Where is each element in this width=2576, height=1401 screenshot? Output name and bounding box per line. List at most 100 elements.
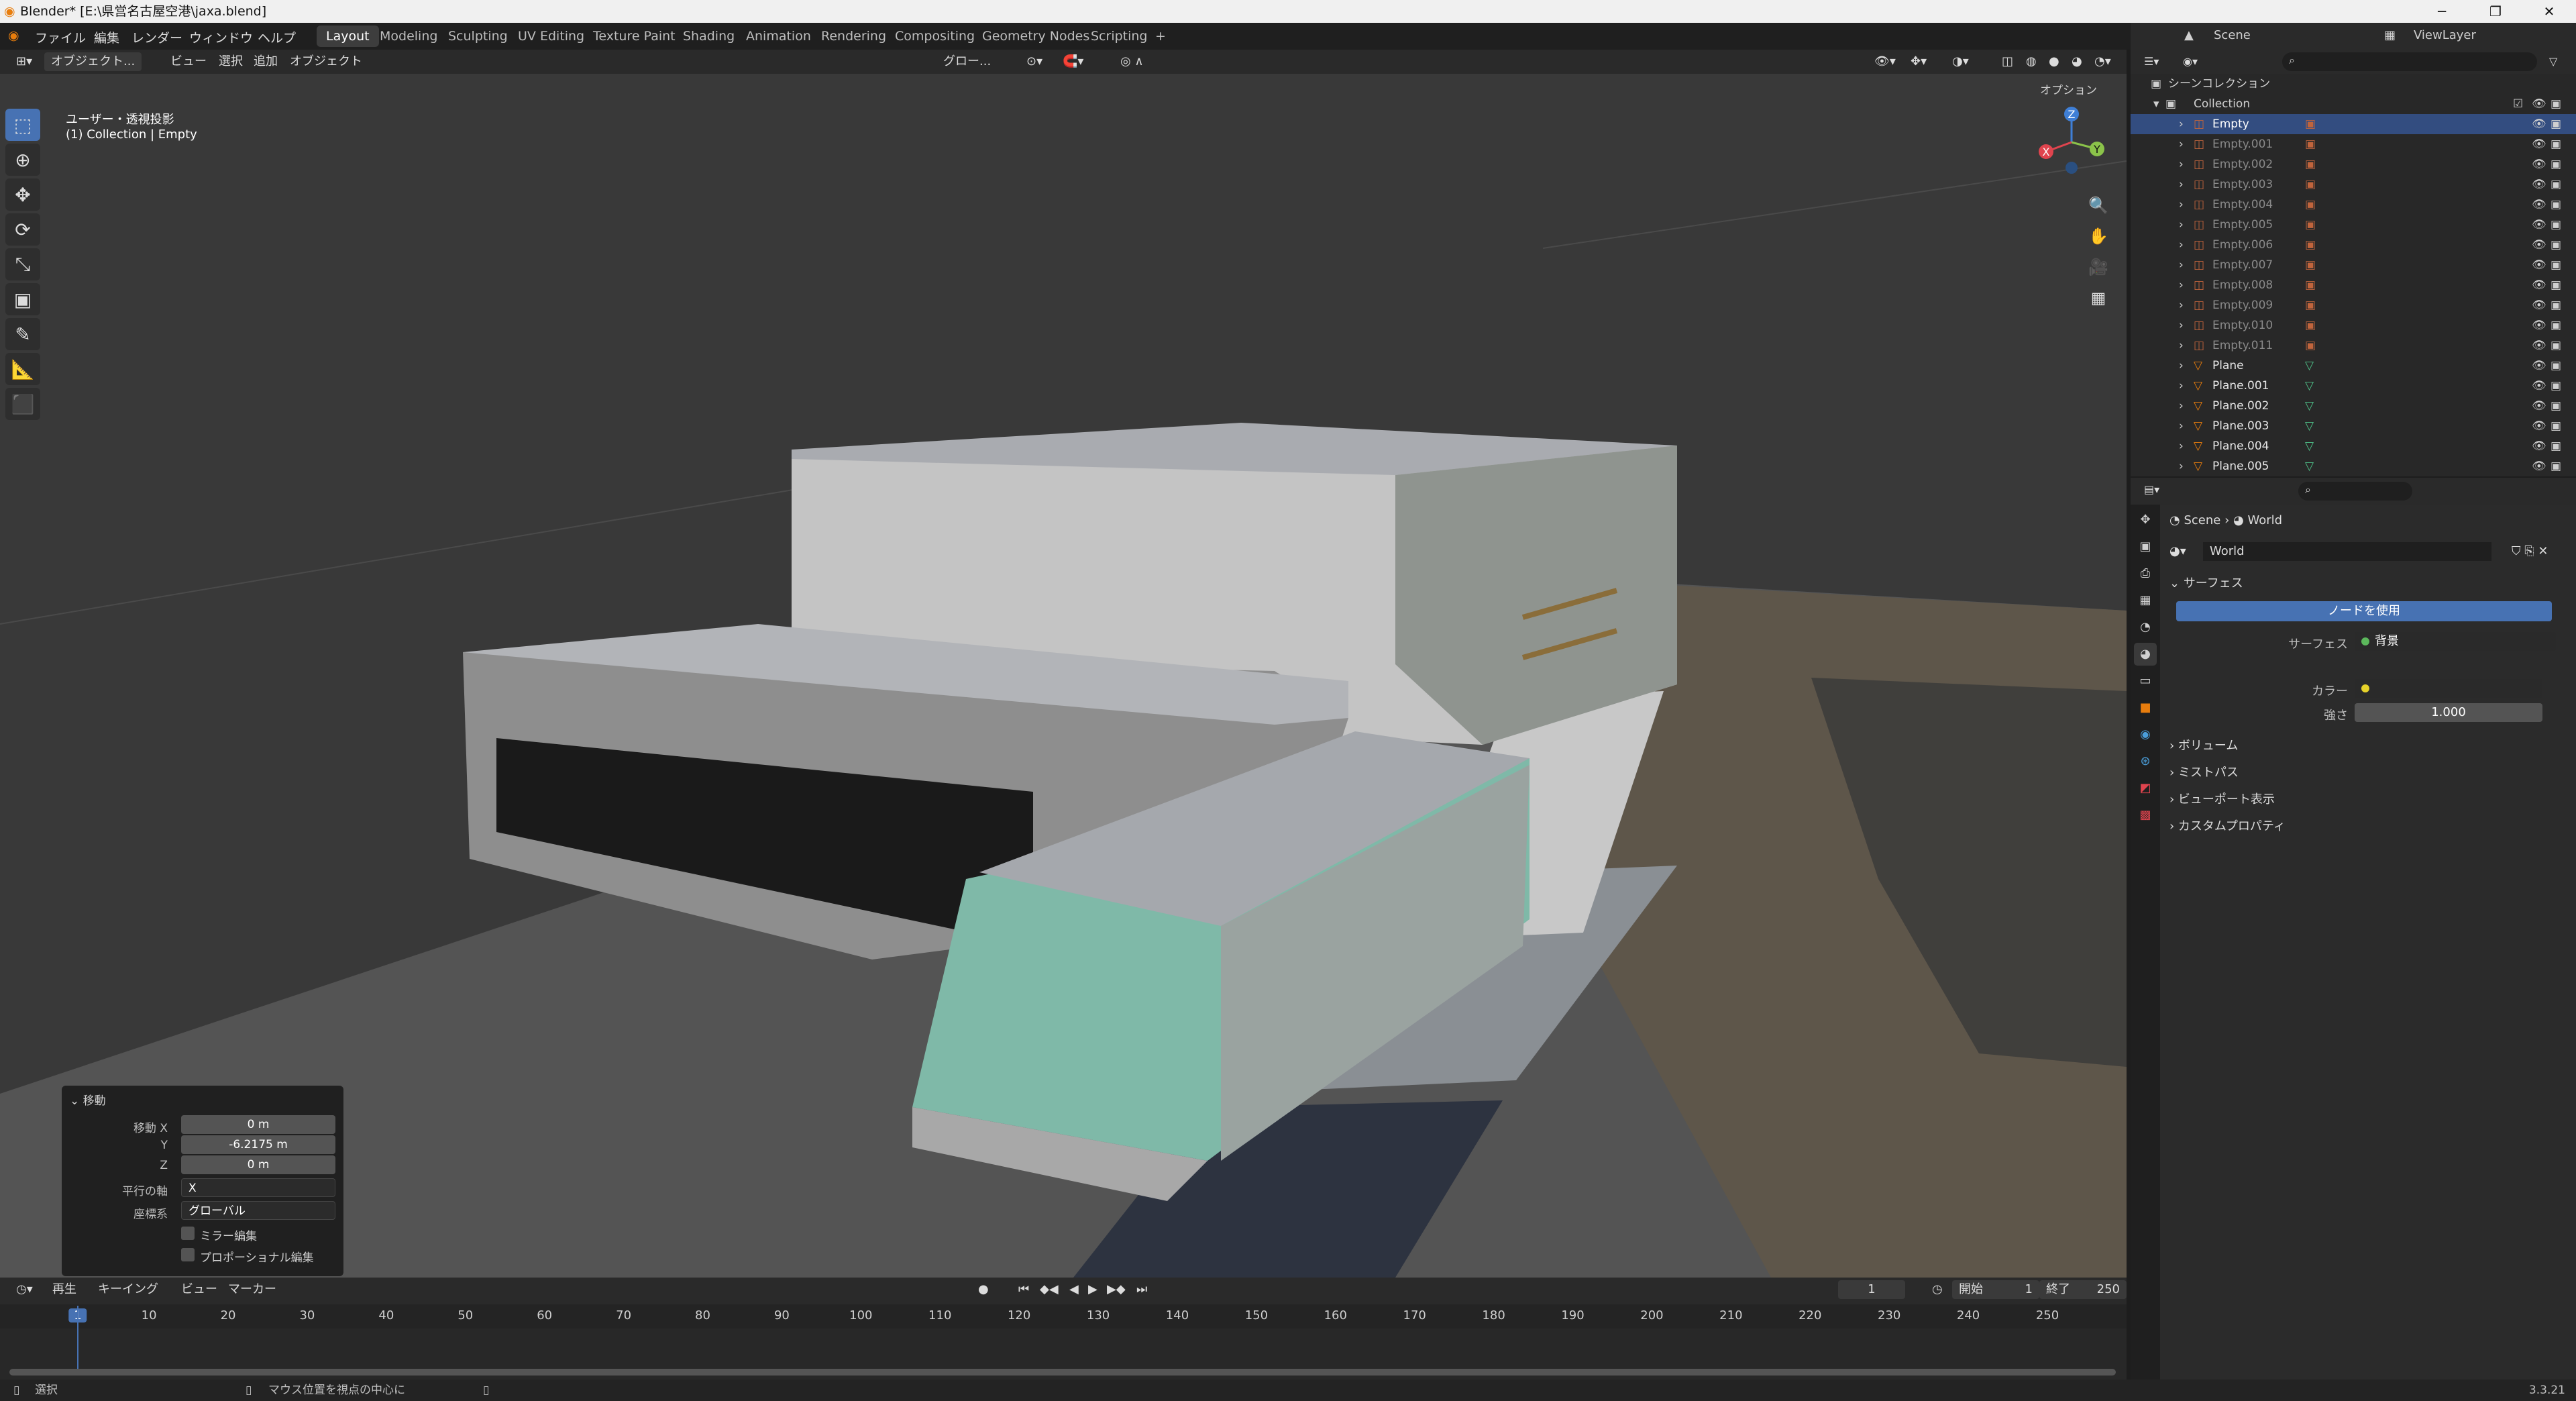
expand-icon[interactable]: ›: [2179, 315, 2184, 335]
expand-icon[interactable]: ›: [2179, 134, 2184, 154]
transform-orientation[interactable]: グロー...: [936, 52, 998, 71]
current-frame-field[interactable]: 1: [1838, 1280, 1905, 1299]
select-box-icon[interactable]: ⬚: [5, 109, 40, 141]
mist-section-header[interactable]: › ミストパス: [2169, 762, 2567, 784]
menu-object[interactable]: オブジェクト: [283, 52, 369, 71]
add-cube-icon[interactable]: ⬛: [5, 388, 40, 420]
image-data-icon[interactable]: ▣: [2305, 114, 2316, 134]
menu-add[interactable]: 追加: [247, 52, 284, 71]
scene-name[interactable]: Scene: [2214, 28, 2251, 42]
mesh-data-icon[interactable]: ▽: [2305, 416, 2314, 436]
mesh-data-icon[interactable]: ▽: [2305, 376, 2314, 396]
mirror-edit-checkbox[interactable]: [181, 1227, 195, 1240]
image-data-icon[interactable]: ▣: [2305, 335, 2316, 356]
xray-icon[interactable]: ◫: [1995, 52, 2020, 71]
image-data-icon[interactable]: ▣: [2305, 154, 2316, 174]
operator-title[interactable]: ⌄ 移動: [70, 1091, 106, 1108]
expand-icon[interactable]: ›: [2179, 356, 2184, 376]
camera-render-icon[interactable]: ▣: [2551, 114, 2561, 134]
tab-sculpting[interactable]: Sculpting: [439, 25, 517, 47]
eye-icon[interactable]: 👁: [2532, 195, 2546, 215]
camera-icon[interactable]: 🎥: [2084, 254, 2113, 280]
timeline[interactable]: 1102030405060708090100110120130140150160…: [0, 1304, 2127, 1380]
frame-end-field[interactable]: 終了 250: [2039, 1280, 2127, 1299]
tab-shading[interactable]: Shading: [674, 25, 744, 47]
camera-render-icon[interactable]: ▣: [2551, 195, 2561, 215]
measure-icon[interactable]: 📐: [5, 353, 40, 385]
volume-section-header[interactable]: › ボリューム: [2169, 735, 2567, 757]
outliner-editor-icon[interactable]: ☰▾: [2137, 52, 2165, 71]
camera-render-icon[interactable]: ▣: [2551, 416, 2561, 436]
camera-render-icon[interactable]: ▣: [2551, 335, 2561, 356]
color-field[interactable]: [2355, 679, 2542, 698]
data-tab-icon[interactable]: ◩: [2134, 777, 2157, 800]
navigation-gizmo[interactable]: Z Y X: [2033, 101, 2113, 181]
outliner-item[interactable]: › ◫ Empty.004 ▣ 👁 ▣: [2131, 195, 2576, 215]
outliner-item[interactable]: › ◫ Empty.007 ▣ 👁 ▣: [2131, 255, 2576, 275]
expand-icon[interactable]: ›: [2179, 456, 2184, 476]
ortho-grid-icon[interactable]: ▦: [2084, 284, 2113, 311]
properties-editor-icon[interactable]: ▤▾: [2137, 480, 2166, 499]
proportional-edit-icon[interactable]: ◎ ∧: [1114, 52, 1150, 71]
outliner-item[interactable]: › ◫ Empty ▣ 👁 ▣: [2131, 114, 2576, 134]
eye-icon[interactable]: 👁: [2532, 255, 2546, 275]
frame-ruler[interactable]: 1102030405060708090100110120130140150160…: [0, 1304, 2127, 1329]
expand-icon[interactable]: ›: [2179, 174, 2184, 195]
eye-icon[interactable]: 👁: [2532, 436, 2546, 456]
eye-icon[interactable]: 👁: [2532, 376, 2546, 396]
close-icon[interactable]: ✕: [2522, 0, 2576, 23]
camera-render-icon[interactable]: ▣: [2551, 356, 2561, 376]
world-tab-icon[interactable]: ◕: [2134, 643, 2157, 666]
jump-start-icon[interactable]: ⏮: [1012, 1280, 1036, 1299]
eye-icon[interactable]: 👁: [2532, 174, 2546, 195]
image-data-icon[interactable]: ▣: [2305, 315, 2316, 335]
camera-render-icon[interactable]: ▣: [2551, 215, 2561, 235]
expand-icon[interactable]: ›: [2179, 114, 2184, 134]
tab-modeling[interactable]: Modeling: [370, 25, 447, 47]
expand-icon[interactable]: ›: [2179, 195, 2184, 215]
eye-icon[interactable]: 👁: [2532, 356, 2546, 376]
scene-collection-row[interactable]: ▣ シーンコレクション: [2131, 74, 2576, 94]
properties-search-input[interactable]: ⌕: [2298, 482, 2412, 501]
camera-render-icon[interactable]: ▣: [2551, 275, 2561, 295]
expand-icon[interactable]: ›: [2179, 335, 2184, 356]
strength-field[interactable]: 1.000: [2355, 703, 2542, 722]
expand-icon[interactable]: ›: [2179, 376, 2184, 396]
menu-marker[interactable]: マーカー: [221, 1280, 283, 1299]
camera-render-icon[interactable]: ▣: [2551, 376, 2561, 396]
add-workspace-button[interactable]: +: [1146, 25, 1175, 47]
outliner-item[interactable]: › ◫ Empty.010 ▣ 👁 ▣: [2131, 315, 2576, 335]
frame-start-field[interactable]: 開始 1: [1952, 1280, 2039, 1299]
mode-selector[interactable]: オブジェクト...: [44, 52, 142, 71]
camera-render-icon[interactable]: ▣: [2551, 154, 2561, 174]
move-z-field[interactable]: 0 m: [181, 1155, 335, 1174]
surface-section-header[interactable]: ⌄ サーフェス: [2169, 573, 2567, 594]
camera-render-icon[interactable]: ▣: [2551, 134, 2561, 154]
timeline-editor-icon[interactable]: ◷▾: [9, 1280, 40, 1299]
tab-uv-editing[interactable]: UV Editing: [508, 25, 594, 47]
eye-icon[interactable]: 👁: [2532, 456, 2546, 476]
mesh-data-icon[interactable]: ▽: [2305, 396, 2314, 416]
world-selector[interactable]: ◕▾ World ⛉ ⎘ ✕: [2169, 541, 2567, 562]
jump-end-icon[interactable]: ⏭: [1130, 1280, 1154, 1299]
menu-keying[interactable]: キーイング: [91, 1280, 165, 1299]
shading-wireframe-icon[interactable]: ◍: [2019, 52, 2043, 71]
outliner-item[interactable]: › ◫ Empty.009 ▣ 👁 ▣: [2131, 295, 2576, 315]
expand-icon[interactable]: ›: [2179, 396, 2184, 416]
move-y-field[interactable]: -6.2175 m: [181, 1135, 335, 1154]
image-data-icon[interactable]: ▣: [2305, 134, 2316, 154]
tab-layout[interactable]: Layout: [317, 25, 379, 47]
display-mode-icon[interactable]: ◉▾: [2176, 52, 2204, 71]
expand-icon[interactable]: ›: [2179, 275, 2184, 295]
eye-icon[interactable]: 👁: [2532, 134, 2546, 154]
pivot-icon[interactable]: ⊙▾: [1020, 52, 1049, 71]
object-tab-icon[interactable]: ■: [2134, 696, 2157, 719]
eye-icon[interactable]: 👁: [2532, 114, 2546, 134]
outliner-item[interactable]: › ◫ Empty.003 ▣ 👁 ▣: [2131, 174, 2576, 195]
image-data-icon[interactable]: ▣: [2305, 235, 2316, 255]
tab-rendering[interactable]: Rendering: [812, 25, 896, 47]
options-dropdown[interactable]: オプション: [2040, 81, 2097, 97]
cursor-icon[interactable]: ⊕: [5, 144, 40, 176]
scene-tab-icon[interactable]: ◔: [2134, 616, 2157, 639]
shading-solid-icon[interactable]: ●: [2042, 52, 2066, 71]
